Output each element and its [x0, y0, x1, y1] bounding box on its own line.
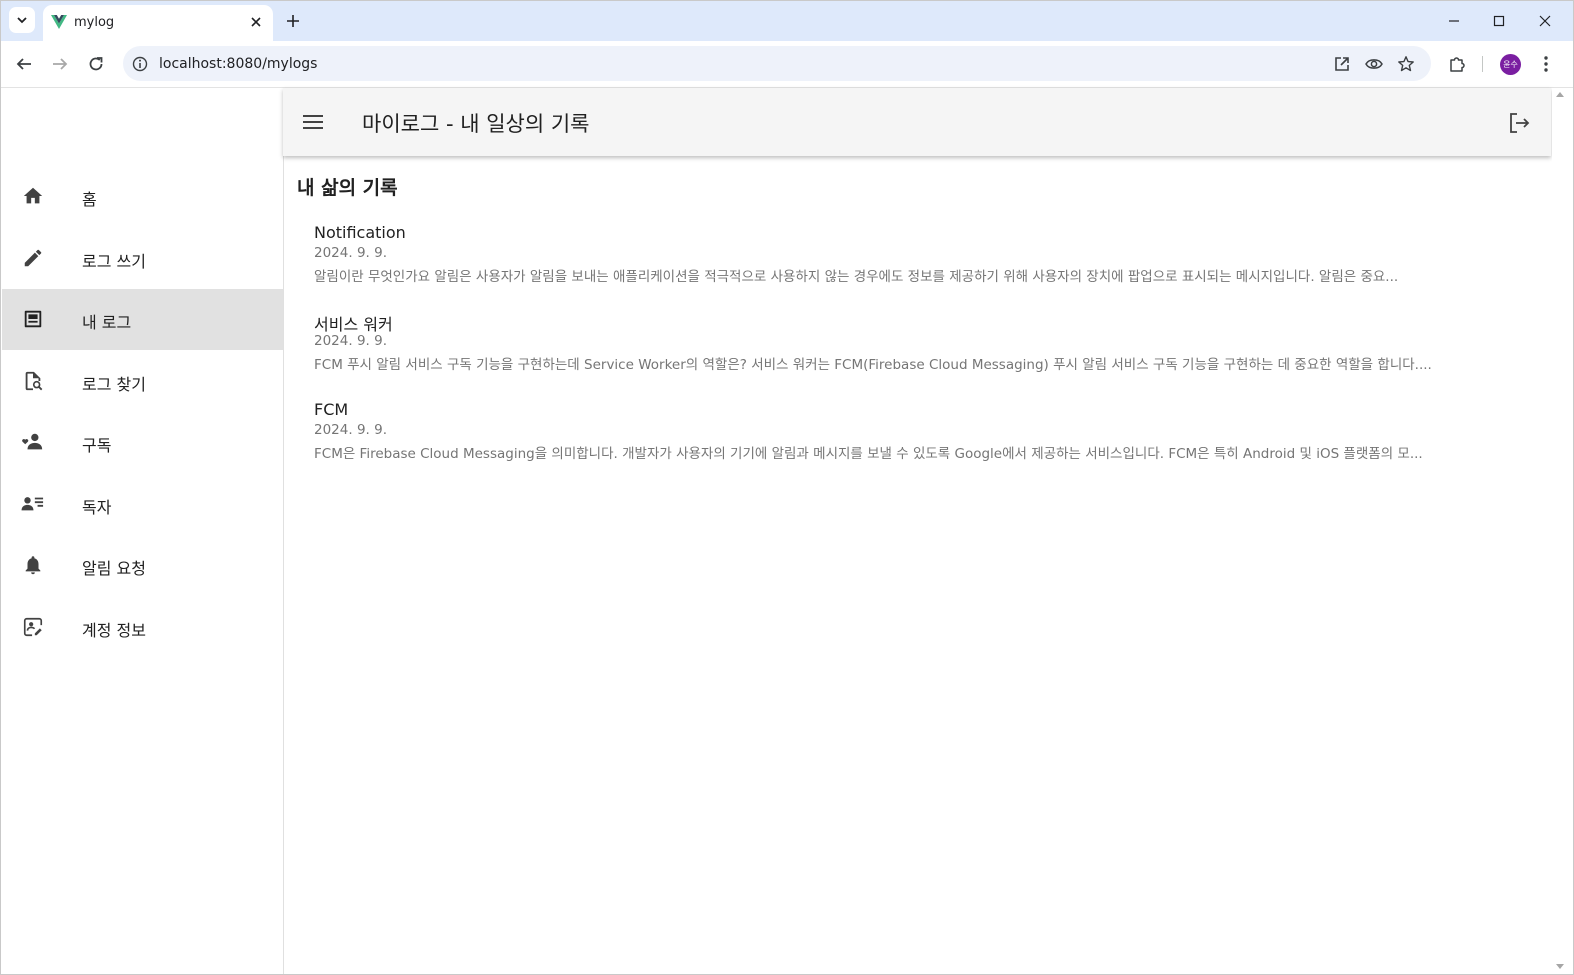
- browser-tab[interactable]: mylog: [43, 5, 273, 41]
- sidebar-item-subscriptions[interactable]: 구독: [2, 412, 283, 473]
- kebab-menu-icon: [1544, 56, 1548, 72]
- log-title: Notification: [314, 223, 406, 242]
- sidebar-item-label: 독자: [82, 498, 112, 517]
- person-list-icon: [21, 492, 45, 516]
- reload-button[interactable]: [85, 53, 107, 75]
- toolbar-divider: [1482, 56, 1483, 72]
- minimize-icon: [1449, 20, 1459, 22]
- hamburger-menu-button[interactable]: [301, 110, 325, 134]
- browser-toolbar: localhost:8080/mylogs 윤수: [1, 41, 1573, 88]
- bell-icon: [21, 553, 45, 577]
- log-title: 서비스 워커: [314, 315, 393, 334]
- page-scrollbar[interactable]: [1552, 88, 1570, 974]
- sidebar-item-readers[interactable]: 독자: [2, 474, 283, 535]
- log-date: 2024. 9. 9.: [314, 245, 387, 261]
- home-icon: [21, 184, 45, 208]
- sidebar-item-label: 구독: [82, 436, 112, 455]
- log-title: FCM: [314, 400, 349, 419]
- app-bar: 마이로그 - 내 일상의 기록: [283, 88, 1551, 156]
- section-title: 내 삶의 기록: [297, 177, 398, 199]
- vue-logo-icon: [51, 15, 67, 29]
- site-info-icon[interactable]: [131, 55, 149, 73]
- profile-initials: 윤수: [1503, 60, 1518, 69]
- log-excerpt: 알림이란 무엇인가요 알림은 사용자가 알림을 보내는 애플리케이션을 적극적으…: [314, 269, 1399, 285]
- article-icon: [21, 307, 45, 331]
- log-date: 2024. 9. 9.: [314, 422, 387, 438]
- puzzle-icon: [1450, 57, 1465, 72]
- log-list-item[interactable]: 서비스 워커 2024. 9. 9. FCM 푸시 알림 서비스 구독 기능을 …: [314, 311, 1524, 373]
- sidebar-item-label: 홈: [82, 190, 97, 209]
- sidebar-item-write-log[interactable]: 로그 쓰기: [2, 228, 283, 289]
- chevron-down-icon: [17, 17, 27, 24]
- page-title: 마이로그 - 내 일상의 기록: [362, 112, 590, 136]
- tab-search-button[interactable]: [9, 7, 35, 33]
- profile-avatar[interactable]: 윤수: [1500, 54, 1521, 75]
- maximize-icon: [1493, 15, 1505, 27]
- sidebar-item-my-logs[interactable]: 내 로그: [2, 289, 283, 350]
- log-excerpt: FCM 푸시 알림 서비스 구독 기능을 구현하는데 Service Worke…: [314, 357, 1432, 373]
- browser-window: mylog localhost:8080/mylogs 윤수 홈 로그 쓰기 내…: [0, 0, 1574, 975]
- extensions-button[interactable]: [1446, 53, 1468, 75]
- log-excerpt: FCM은 Firebase Cloud Messaging을 의미합니다. 개발…: [314, 446, 1423, 462]
- window-close-button[interactable]: [1535, 11, 1555, 31]
- open-in-new-icon[interactable]: [1333, 55, 1351, 73]
- forward-button[interactable]: [49, 53, 71, 75]
- sidebar-item-label: 알림 요청: [82, 559, 146, 578]
- close-icon: [1539, 15, 1551, 27]
- tab-strip: mylog: [1, 1, 1573, 41]
- log-date: 2024. 9. 9.: [314, 333, 387, 349]
- address-bar[interactable]: localhost:8080/mylogs: [123, 46, 1431, 81]
- pencil-icon: [21, 246, 45, 270]
- tab-close-button[interactable]: [248, 14, 264, 30]
- scroll-up-arrow-icon[interactable]: [1556, 92, 1564, 97]
- sidebar-item-label: 계정 정보: [82, 621, 146, 640]
- find-document-icon: [21, 369, 45, 393]
- sidebar-item-label: 내 로그: [82, 313, 132, 332]
- arrow-right-icon: [53, 58, 68, 70]
- account-edit-icon: [21, 615, 45, 639]
- sidebar-item-find-log[interactable]: 로그 찾기: [2, 351, 283, 412]
- reload-icon: [89, 57, 103, 71]
- sidebar-item-account-info[interactable]: 계정 정보: [2, 597, 283, 658]
- arrow-left-icon: [16, 58, 31, 70]
- sidebar-item-label: 로그 찾기: [82, 375, 146, 394]
- plus-icon: [287, 15, 299, 27]
- log-list-item[interactable]: FCM 2024. 9. 9. FCM은 Firebase Cloud Mess…: [314, 400, 1524, 462]
- browser-menu-button[interactable]: [1535, 53, 1557, 75]
- url-text: localhost:8080/mylogs: [159, 56, 318, 72]
- sidebar-item-home[interactable]: 홈: [2, 166, 283, 227]
- minimize-button[interactable]: [1444, 11, 1464, 31]
- eye-icon[interactable]: [1365, 55, 1383, 73]
- close-icon: [251, 17, 261, 27]
- person-heart-icon: [21, 430, 45, 454]
- navigation-drawer: 홈 로그 쓰기 내 로그 로그 찾기 구독 독자 알림 요청 계정 정보: [2, 88, 284, 974]
- new-tab-button[interactable]: [283, 11, 303, 31]
- sidebar-item-label: 로그 쓰기: [82, 252, 146, 271]
- back-button[interactable]: [13, 53, 35, 75]
- scroll-down-arrow-icon[interactable]: [1556, 964, 1564, 969]
- hamburger-icon: [303, 115, 323, 129]
- sidebar-item-notification-request[interactable]: 알림 요청: [2, 535, 283, 596]
- tab-title: mylog: [74, 15, 115, 30]
- maximize-button[interactable]: [1489, 11, 1509, 31]
- logout-icon: [1510, 113, 1530, 133]
- star-icon[interactable]: [1397, 55, 1415, 73]
- log-list-item[interactable]: Notification 2024. 9. 9. 알림이란 무엇인가요 알림은 …: [314, 223, 1524, 285]
- logout-button[interactable]: [1506, 110, 1532, 136]
